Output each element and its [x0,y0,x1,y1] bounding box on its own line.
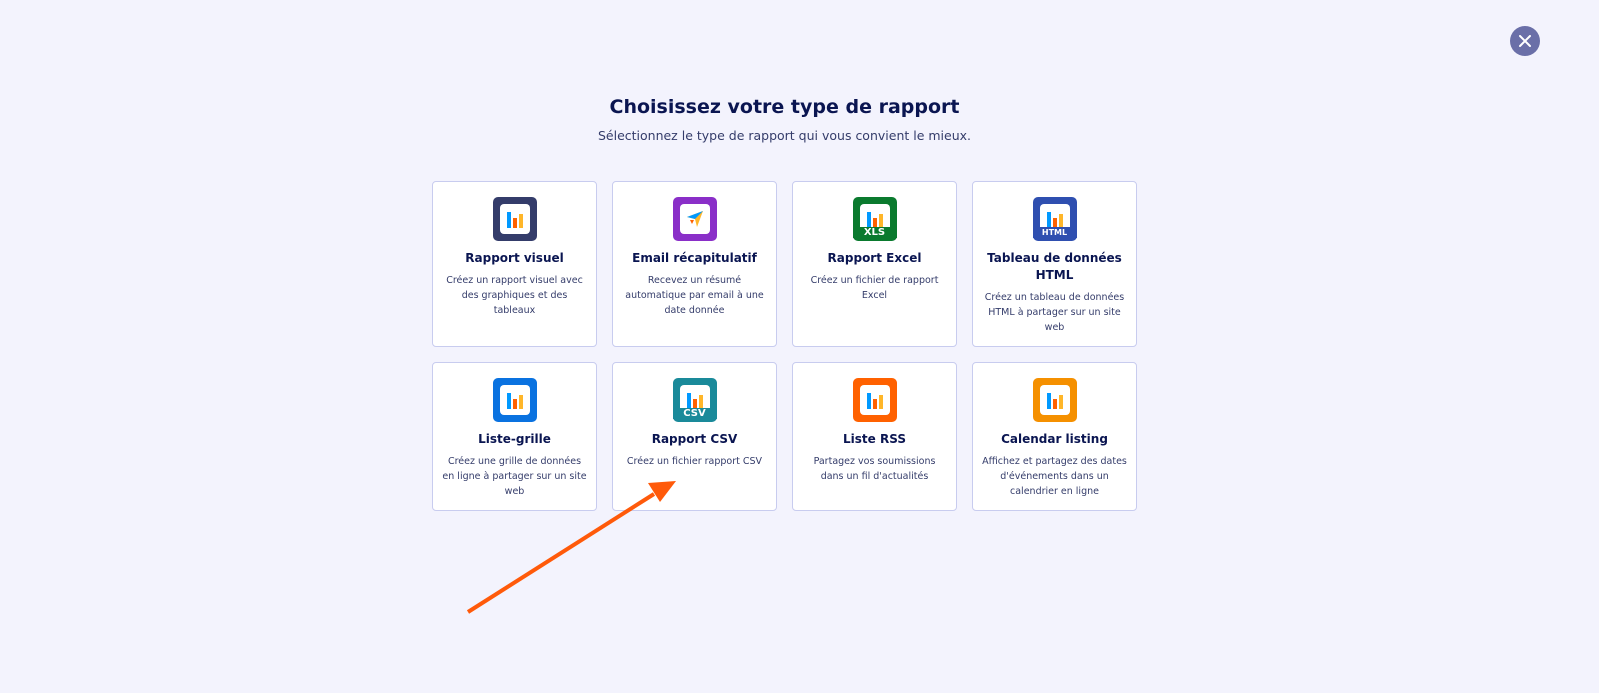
card-rapport-visuel[interactable]: Rapport visuel Créez un rapport visuel av… [432,181,597,347]
card-liste-grille[interactable]: Liste-grille Créez une grille de données … [432,362,597,511]
close-button[interactable] [1510,26,1540,56]
card-tableau-html[interactable]: HTML Tableau de données HTML Créez un tabl… [972,181,1137,347]
card-description: Créez une grille de données en ligne à p… [442,456,587,497]
card-description: Recevez un résumé automatique par email … [625,275,764,316]
card-title: Liste-grille [478,432,551,446]
card-liste-rss[interactable]: Liste RSS Partagez vos soumissions dans u… [792,362,957,511]
visual-report-icon [492,197,537,241]
card-title: Rapport CSV [651,432,738,446]
card-title: Email récapitulatif [632,251,757,265]
file-type-badge: CSV [672,408,717,419]
card-title: Tableau de données HTML [987,251,1122,282]
page-subtitle: Sélectionnez le type de rapport qui vous… [597,128,972,143]
file-type-badge: HTML [1032,227,1077,238]
card-description: Créez un tableau de données HTML à parta… [984,292,1125,333]
card-calendar-listing[interactable]: Calendar listing Affichez et partagez des… [972,362,1137,511]
card-title: Liste RSS [843,432,906,446]
page-title: Choisissez votre type de rapport [609,96,960,118]
excel-report-icon: XLS [852,197,897,241]
csv-report-icon: CSV [672,378,717,422]
card-description: Créez un fichier rapport CSV [626,456,763,467]
paper-plane-icon [672,197,717,241]
card-description: Affichez et partagez des dates d'événeme… [982,456,1127,497]
card-title: Rapport Excel [827,251,922,265]
card-title: Calendar listing [1001,432,1108,446]
card-title: Rapport visuel [465,251,564,265]
rss-list-icon [852,378,897,422]
grid-list-icon [492,378,537,422]
card-rapport-excel[interactable]: XLS Rapport Excel Créez un fichier de rapp… [792,181,957,347]
card-description: Partagez vos soumissions dans un fil d'a… [813,456,936,482]
card-description: Créez un rapport visuel avec des graphiq… [446,275,583,316]
report-type-grid: Rapport visuel Créez un rapport visuel av… [432,181,1137,511]
card-email-recapitulatif[interactable]: Email récapitulatif Recevez un résumé aut… [612,181,777,347]
card-description: Créez un fichier de rapport Excel [810,275,939,301]
html-table-icon: HTML [1032,197,1077,241]
card-rapport-csv[interactable]: CSV Rapport CSV Créez un fichier rapport C… [612,362,777,511]
close-icon [1519,35,1531,47]
file-type-badge: XLS [852,227,897,238]
calendar-icon [1032,378,1077,422]
